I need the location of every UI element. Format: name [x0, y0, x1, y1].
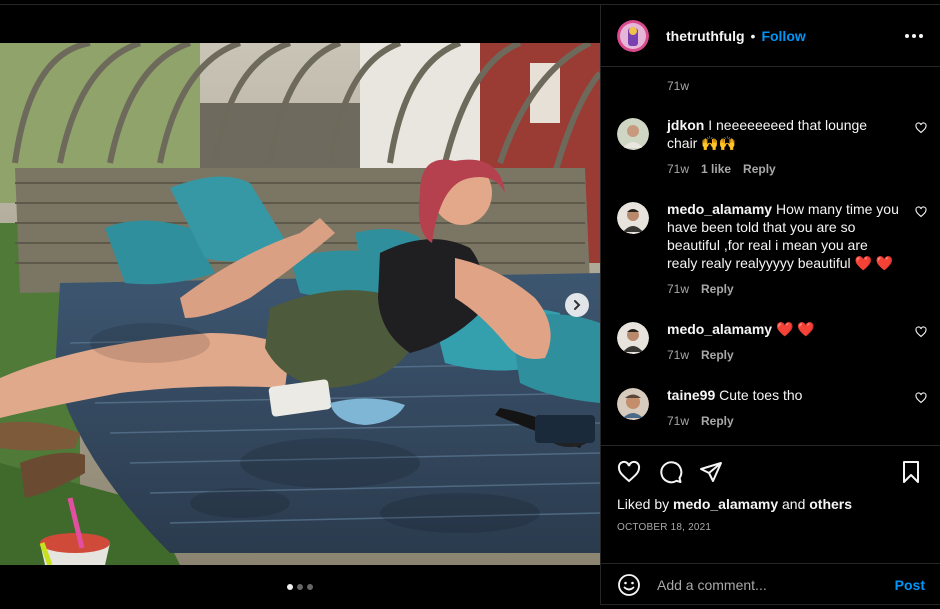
- comment-username[interactable]: medo_alamamy: [667, 201, 772, 217]
- commenter-avatar[interactable]: [617, 322, 649, 354]
- bookmark-icon[interactable]: [899, 460, 923, 484]
- post-actions: Liked by medo_alamamy and others OCTOBER…: [601, 445, 940, 563]
- comments-list[interactable]: 71w jdkon I neeeeeeeed that lounge chair…: [601, 68, 940, 443]
- comment-likes[interactable]: 1 like: [701, 162, 731, 176]
- comment-text: Cute toes tho: [719, 387, 803, 403]
- post-header: thetruthfulg • Follow: [601, 5, 940, 67]
- post-comment-button[interactable]: Post: [895, 577, 925, 593]
- comment-meta: 71w Reply: [667, 282, 734, 296]
- post-date: OCTOBER 18, 2021: [617, 522, 712, 533]
- more-horizontal-icon: [905, 33, 923, 38]
- comment-icon[interactable]: [659, 460, 683, 484]
- author-username[interactable]: thetruthfulg: [666, 28, 745, 44]
- media-panel: [0, 5, 600, 605]
- reply-button[interactable]: Reply: [743, 162, 776, 176]
- header-separator: •: [750, 27, 756, 44]
- like-comment-icon[interactable]: [915, 392, 927, 404]
- more-options-button[interactable]: [902, 24, 926, 48]
- comment-time: 71w: [667, 348, 690, 362]
- comment-meta: 71w 1 like Reply: [667, 162, 776, 176]
- reply-button[interactable]: Reply: [701, 414, 734, 428]
- caption-timestamp: 71w: [667, 79, 690, 93]
- reply-button[interactable]: Reply: [701, 282, 734, 296]
- share-icon[interactable]: [699, 460, 723, 484]
- liked-by: Liked by medo_alamamy and others: [617, 496, 852, 512]
- carousel-next-button[interactable]: [565, 293, 589, 317]
- post-sidebar: thetruthfulg • Follow 71w jdkon I neeeee…: [600, 5, 940, 605]
- commenter-avatar[interactable]: [617, 118, 649, 150]
- liked-by-prefix: Liked by: [617, 496, 670, 512]
- chevron-right-icon: [574, 300, 581, 310]
- post-modal: thetruthfulg • Follow 71w jdkon I neeeee…: [0, 4, 940, 605]
- comment-username[interactable]: jdkon: [667, 117, 704, 133]
- carousel-indicator: [0, 584, 600, 590]
- carousel-dot: [307, 584, 313, 590]
- like-comment-icon[interactable]: [915, 122, 927, 134]
- like-comment-icon[interactable]: [915, 326, 927, 338]
- action-icons: [617, 460, 923, 486]
- liked-by-others[interactable]: others: [809, 496, 852, 512]
- reply-button[interactable]: Reply: [701, 348, 734, 362]
- comment-body: medo_alamamy How many time you have been…: [667, 200, 899, 272]
- commenter-avatar[interactable]: [617, 388, 649, 420]
- carousel-dot: [297, 584, 303, 590]
- comment-input[interactable]: [657, 576, 877, 593]
- author-avatar[interactable]: [617, 19, 649, 52]
- heart-icon[interactable]: [617, 460, 641, 484]
- comment-composer: Post: [601, 563, 940, 605]
- comment-text: ❤️ ❤️: [775, 321, 815, 337]
- comment-username[interactable]: taine99: [667, 387, 715, 403]
- comment-time: 71w: [667, 414, 690, 428]
- comment-time: 71w: [667, 162, 690, 176]
- comment-username[interactable]: medo_alamamy: [667, 321, 772, 337]
- like-comment-icon[interactable]: [915, 206, 927, 218]
- emoji-icon[interactable]: [617, 573, 641, 597]
- comment-body: jdkon I neeeeeeeed that lounge chair 🙌🙌: [667, 116, 899, 152]
- follow-button[interactable]: Follow: [761, 28, 805, 44]
- liked-by-and: and: [782, 496, 806, 512]
- comment-time: 71w: [667, 282, 690, 296]
- comment-body: taine99 Cute toes tho: [667, 386, 899, 404]
- comment-meta: 71w Reply: [667, 348, 734, 362]
- comment-body: medo_alamamy ❤️ ❤️: [667, 320, 899, 338]
- carousel-dot-active: [287, 584, 293, 590]
- comment-meta: 71w Reply: [667, 414, 734, 428]
- post-photo: [0, 43, 600, 565]
- liked-by-user[interactable]: medo_alamamy: [673, 496, 778, 512]
- commenter-avatar[interactable]: [617, 202, 649, 234]
